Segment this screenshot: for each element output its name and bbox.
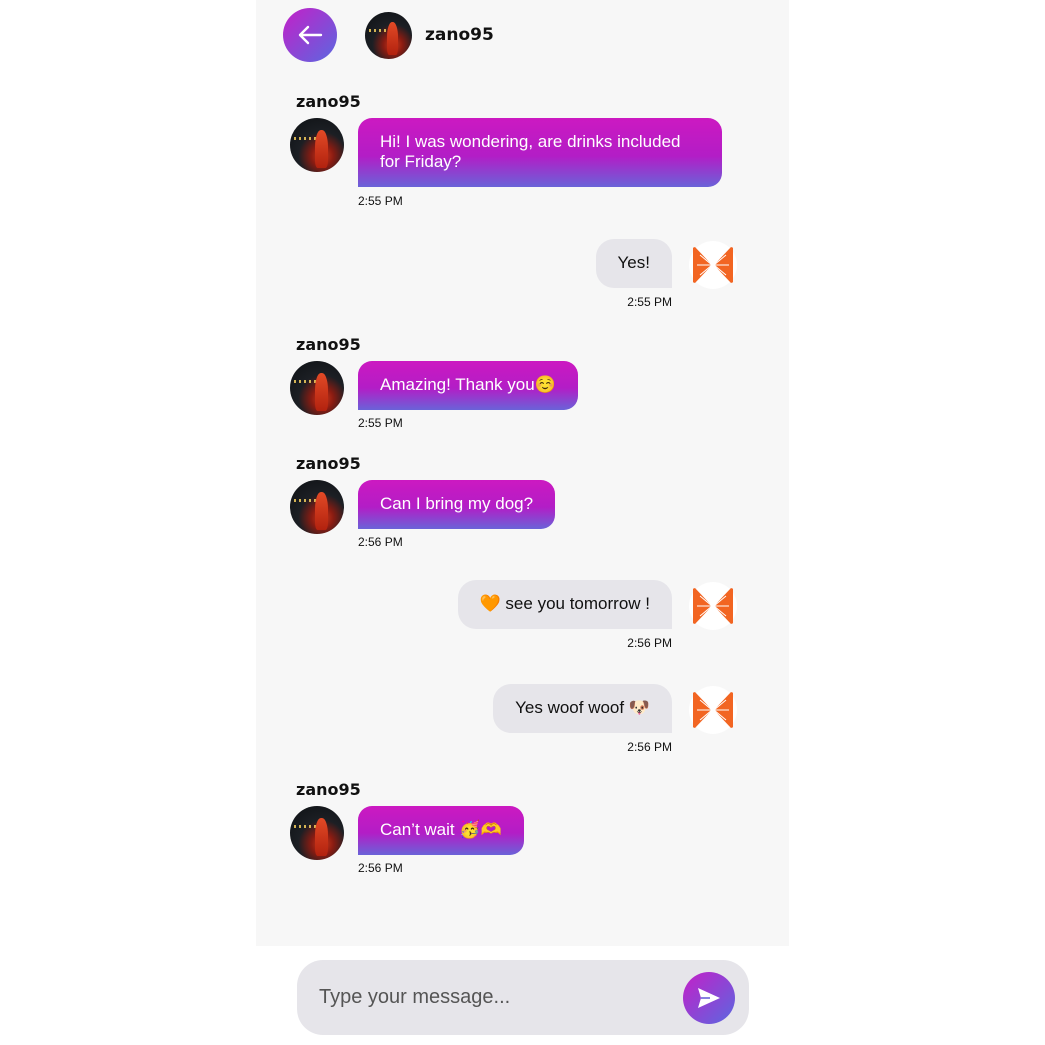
message-bubble-incoming: Can I bring my dog?: [358, 480, 556, 529]
sender-avatar[interactable]: [290, 480, 344, 534]
message-time: 2:56 PM: [627, 740, 672, 754]
send-icon: [698, 988, 720, 1008]
back-button[interactable]: [283, 8, 337, 62]
message-time: 2:56 PM: [358, 861, 403, 875]
user-logo-avatar[interactable]: [689, 241, 737, 289]
user-logo-avatar[interactable]: [689, 582, 737, 630]
sender-name: zano95: [296, 335, 361, 354]
message-composer: [297, 960, 749, 1035]
message-bubble-outgoing: 🧡 see you tomorrow !: [457, 580, 672, 629]
sender-avatar[interactable]: [290, 806, 344, 860]
message-bubble-outgoing: Yes woof woof 🐶: [493, 684, 672, 733]
message-input[interactable]: [317, 976, 681, 1018]
message-time: 2:55 PM: [358, 416, 403, 430]
sender-avatar[interactable]: [290, 118, 344, 172]
butterfly-logo-icon: [693, 588, 733, 624]
header-avatar[interactable]: [365, 12, 412, 59]
message-time: 2:55 PM: [358, 194, 403, 208]
sender-name: zano95: [296, 92, 361, 111]
sender-avatar[interactable]: [290, 361, 344, 415]
sender-name: zano95: [296, 454, 361, 473]
message-time: 2:56 PM: [358, 535, 403, 549]
user-logo-avatar[interactable]: [689, 686, 737, 734]
header-username: zano95: [425, 25, 494, 45]
message-time: 2:56 PM: [627, 636, 672, 650]
arrow-left-icon: [298, 25, 323, 45]
message-bubble-incoming: Hi! I was wondering, are drinks included…: [358, 118, 722, 187]
message-bubble-outgoing: Yes!: [595, 239, 672, 288]
message-time: 2:55 PM: [627, 295, 672, 309]
message-bubble-incoming: Amazing! Thank you☺️: [358, 361, 578, 410]
send-button[interactable]: [683, 972, 735, 1024]
butterfly-logo-icon: [693, 692, 733, 728]
sender-name: zano95: [296, 780, 361, 799]
message-bubble-incoming: Can’t wait 🥳🫶: [358, 806, 524, 855]
butterfly-logo-icon: [693, 247, 733, 283]
